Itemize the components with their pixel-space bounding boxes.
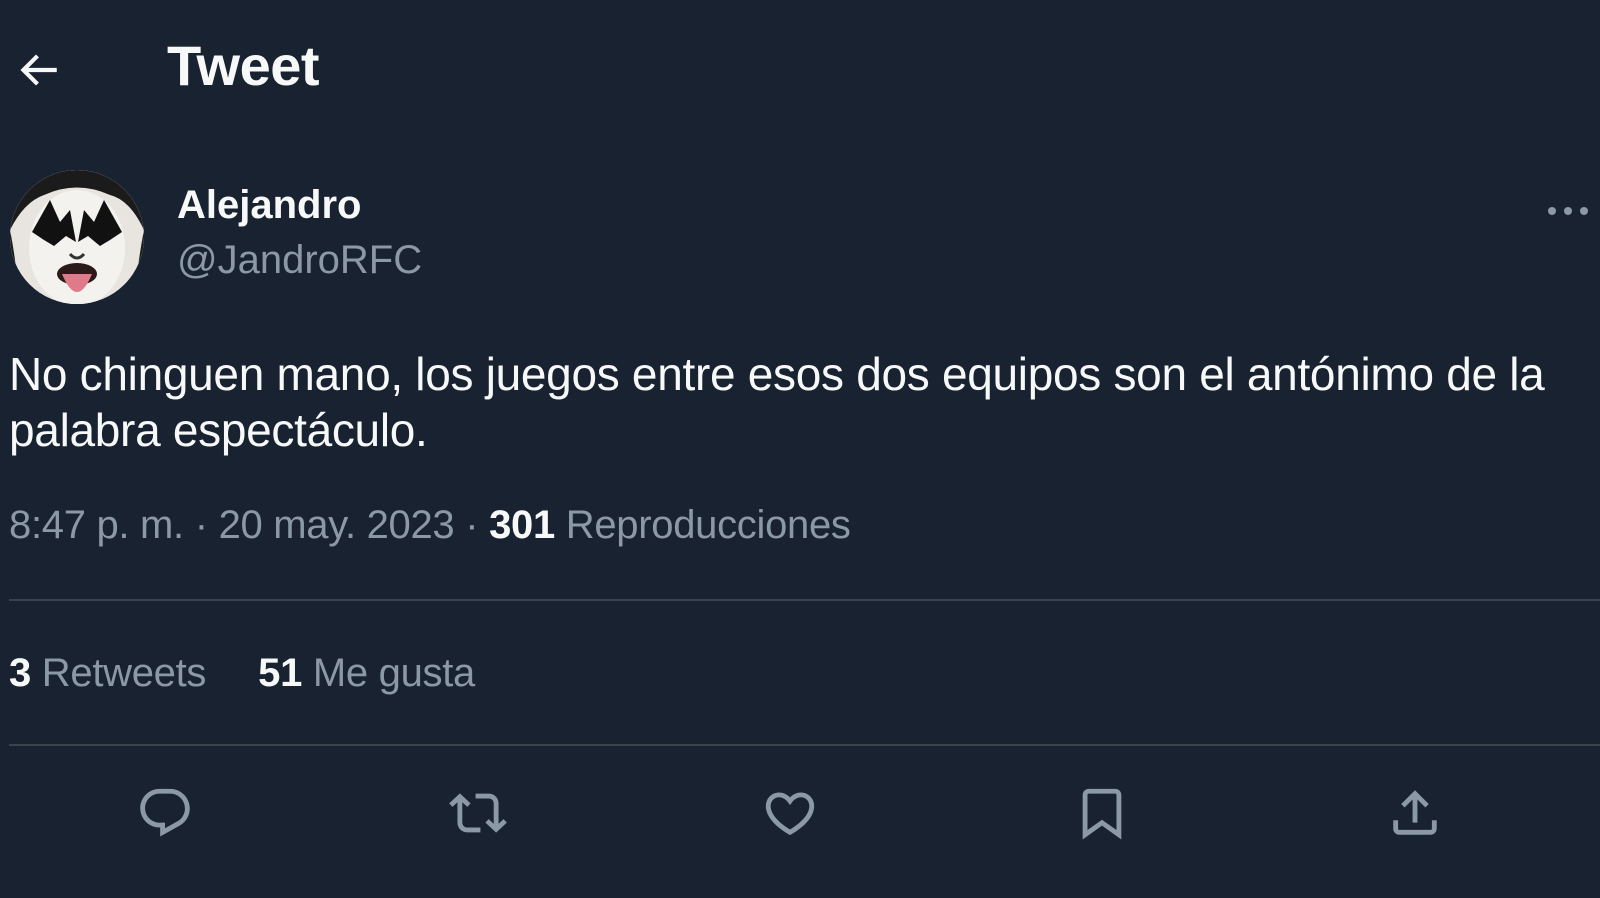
avatar-image: [10, 170, 144, 304]
divider: [9, 744, 1600, 746]
divider: [9, 599, 1600, 601]
reply-icon: [140, 788, 190, 837]
tweet-stats: 3 Retweets 51 Me gusta: [9, 651, 475, 696]
retweet-button[interactable]: [443, 778, 513, 848]
retweets-label: Retweets: [41, 651, 207, 695]
arrow-left-icon: [20, 54, 57, 86]
views-count: 301: [489, 503, 555, 547]
likes-label: Me gusta: [312, 651, 475, 695]
heart-icon: [765, 792, 815, 836]
views-label: Reproducciones: [565, 503, 851, 547]
like-button[interactable]: [755, 778, 825, 848]
retweet-icon: [449, 793, 507, 833]
retweets-count: 3: [9, 651, 31, 695]
tweet-page: Tweet Alejandro @JandroRFC No chinguen m…: [0, 0, 1600, 898]
tweet-text: No chinguen mano, los juegos entre esos …: [9, 348, 1545, 456]
page-title: Tweet: [167, 34, 320, 97]
meta-separator: ·: [465, 503, 479, 547]
tweet-time[interactable]: 8:47 p. m.: [9, 503, 184, 547]
likes-stat[interactable]: 51 Me gusta: [258, 651, 475, 696]
back-button[interactable]: [10, 42, 66, 98]
meta-separator: ·: [194, 503, 208, 547]
share-button[interactable]: [1380, 778, 1450, 848]
avatar[interactable]: [10, 170, 144, 304]
more-options-button[interactable]: [1546, 196, 1600, 226]
share-icon: [1393, 790, 1437, 835]
tweet-meta: 8:47 p. m. · 20 may. 2023 · 301 Reproduc…: [9, 503, 851, 548]
retweets-stat[interactable]: 3 Retweets: [9, 651, 206, 696]
reply-button[interactable]: [130, 778, 200, 848]
tweet-date[interactable]: 20 may. 2023: [219, 503, 455, 547]
more-icon: [1548, 207, 1588, 215]
author-name[interactable]: Alejandro: [177, 183, 361, 228]
action-bar: [0, 770, 1600, 860]
bookmark-icon: [1082, 788, 1122, 840]
likes-count: 51: [258, 651, 303, 695]
author-handle[interactable]: @JandroRFC: [177, 238, 422, 283]
header: Tweet: [0, 20, 1600, 110]
bookmark-button[interactable]: [1067, 778, 1137, 848]
